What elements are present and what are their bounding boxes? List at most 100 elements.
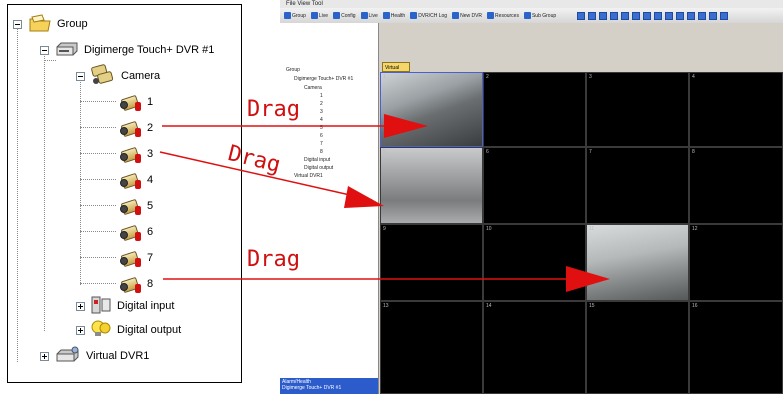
layout-icon[interactable] bbox=[654, 11, 663, 20]
health-icon bbox=[382, 12, 390, 19]
video-cell[interactable]: 15 bbox=[586, 301, 689, 394]
subgroup-icon bbox=[523, 12, 531, 19]
side-item[interactable]: 2 bbox=[320, 101, 323, 107]
toolbar-button[interactable]: Sub Group bbox=[523, 12, 556, 19]
log-icon bbox=[410, 12, 418, 19]
toolbar-button[interactable]: Health bbox=[382, 12, 405, 19]
tree-label: 8 bbox=[147, 278, 154, 290]
tree-node-digital-output[interactable]: Digital output bbox=[76, 319, 181, 341]
camera-icon bbox=[120, 171, 142, 190]
layout-icon[interactable] bbox=[610, 11, 619, 20]
digital-input-icon bbox=[90, 295, 112, 318]
tree-connector bbox=[80, 257, 116, 258]
side-item[interactable]: Digital input bbox=[304, 157, 330, 163]
side-item[interactable]: 6 bbox=[320, 133, 323, 139]
side-item[interactable]: 4 bbox=[320, 117, 323, 123]
layout-icon[interactable] bbox=[687, 11, 696, 20]
tree-label: 7 bbox=[147, 252, 154, 264]
toolbar-button[interactable]: Live bbox=[310, 12, 328, 19]
tree-label: Digimerge Touch+ DVR #1 bbox=[84, 44, 215, 56]
tree-node-group[interactable]: Group bbox=[13, 13, 88, 35]
tree-label: 5 bbox=[147, 200, 154, 212]
side-item[interactable]: 1 bbox=[320, 93, 323, 99]
video-cell[interactable]: 12 bbox=[689, 224, 783, 301]
drag-label: Drag bbox=[247, 97, 300, 122]
layout-icon[interactable] bbox=[632, 11, 641, 20]
tree-connector bbox=[17, 25, 18, 362]
side-item[interactable]: Digimerge Touch+ DVR #1 bbox=[294, 76, 353, 82]
expand-icon[interactable] bbox=[76, 325, 85, 335]
video-cell[interactable]: 4 bbox=[689, 72, 783, 147]
video-cell[interactable]: 16 bbox=[689, 301, 783, 394]
video-cell[interactable]: 9 bbox=[380, 224, 483, 301]
layout-icon[interactable] bbox=[676, 11, 685, 20]
expand-icon[interactable] bbox=[40, 351, 49, 361]
collapse-icon[interactable] bbox=[76, 71, 85, 81]
toolbar-button[interactable]: Config bbox=[333, 12, 356, 19]
video-cell[interactable]: 7 bbox=[586, 147, 689, 224]
cell-number: 7 bbox=[589, 149, 592, 155]
expand-icon[interactable] bbox=[76, 301, 85, 311]
camera-icon bbox=[120, 93, 142, 112]
side-item[interactable]: 8 bbox=[320, 149, 323, 155]
tree-node-camera[interactable]: 1 bbox=[120, 91, 153, 113]
tree-node-camera[interactable]: 2 bbox=[120, 117, 153, 139]
video-cell[interactable]: 1 bbox=[380, 72, 483, 147]
layout-icon[interactable] bbox=[577, 11, 586, 20]
layout-icon[interactable] bbox=[665, 11, 674, 20]
live-icon bbox=[360, 12, 368, 19]
layout-icon[interactable] bbox=[588, 11, 597, 20]
tree-node-camera[interactable]: 5 bbox=[120, 195, 153, 217]
side-item[interactable]: Group bbox=[286, 67, 300, 73]
tree-node-camera[interactable]: 3 bbox=[120, 143, 153, 165]
tree-label: 2 bbox=[147, 122, 154, 134]
menu-bar[interactable]: File View Tool bbox=[280, 0, 783, 8]
collapse-icon[interactable] bbox=[40, 45, 49, 55]
video-cell[interactable]: 10 bbox=[483, 224, 586, 301]
layout-icon[interactable] bbox=[599, 11, 608, 20]
cell-number: 11 bbox=[589, 226, 595, 232]
toolbar-button[interactable]: Resources bbox=[487, 12, 519, 19]
tree-connector bbox=[44, 49, 45, 331]
tree-node-camera-folder[interactable]: Camera bbox=[76, 63, 160, 87]
collapse-icon[interactable] bbox=[13, 19, 22, 29]
video-cell[interactable]: 5 bbox=[380, 147, 483, 224]
tab-strip: Virtual DVR 1 bbox=[380, 60, 783, 81]
toolbar-button[interactable]: New DVR bbox=[452, 12, 482, 19]
video-cell[interactable]: 8 bbox=[689, 147, 783, 224]
toolbar-button[interactable]: Group bbox=[284, 12, 306, 19]
side-item[interactable]: Virtual DVR1 bbox=[294, 173, 323, 179]
camera-icon bbox=[120, 119, 142, 138]
video-cell[interactable]: 6 bbox=[483, 147, 586, 224]
tree-node-camera[interactable]: 7 bbox=[120, 247, 153, 269]
tree-node-camera[interactable]: 8 bbox=[120, 273, 153, 295]
status-item: Digimerge Touch+ DVR #1 bbox=[282, 385, 342, 391]
tree-node-camera[interactable]: 6 bbox=[120, 221, 153, 243]
cell-number: 3 bbox=[589, 74, 592, 80]
tab-virtual-dvr[interactable]: Virtual DVR 1 bbox=[382, 62, 410, 81]
side-item[interactable]: 3 bbox=[320, 109, 323, 115]
cell-number: 10 bbox=[486, 226, 492, 232]
tree-node-virtual-dvr[interactable]: Virtual DVR1 bbox=[40, 345, 149, 367]
video-cell[interactable]: 3 bbox=[586, 72, 689, 147]
video-cell[interactable]: 14 bbox=[483, 301, 586, 394]
tree-node-dvr[interactable]: Digimerge Touch+ DVR #1 bbox=[40, 39, 214, 61]
toolbar-button[interactable]: DVR/CH Log bbox=[410, 12, 447, 19]
layout-icon[interactable] bbox=[621, 11, 630, 20]
video-cell[interactable]: 2 bbox=[483, 72, 586, 147]
layout-icon[interactable] bbox=[698, 11, 707, 20]
video-grid: 1 2 3 4 5 6 7 8 9 10 11 12 13 14 15 16 bbox=[380, 72, 783, 394]
new-dvr-icon bbox=[452, 12, 460, 19]
side-item[interactable]: 5 bbox=[320, 125, 323, 131]
layout-icon[interactable] bbox=[720, 11, 729, 20]
side-item[interactable]: Digital output bbox=[304, 165, 333, 171]
tree-node-camera[interactable]: 4 bbox=[120, 169, 153, 191]
video-cell[interactable]: 13 bbox=[380, 301, 483, 394]
toolbar-button[interactable]: Live bbox=[360, 12, 378, 19]
video-cell[interactable]: 11 bbox=[586, 224, 689, 301]
tree-node-digital-input[interactable]: Digital input bbox=[76, 295, 174, 317]
side-item[interactable]: Camera bbox=[304, 85, 322, 91]
side-item[interactable]: 7 bbox=[320, 141, 323, 147]
layout-icon[interactable] bbox=[643, 11, 652, 20]
layout-icon[interactable] bbox=[709, 11, 718, 20]
